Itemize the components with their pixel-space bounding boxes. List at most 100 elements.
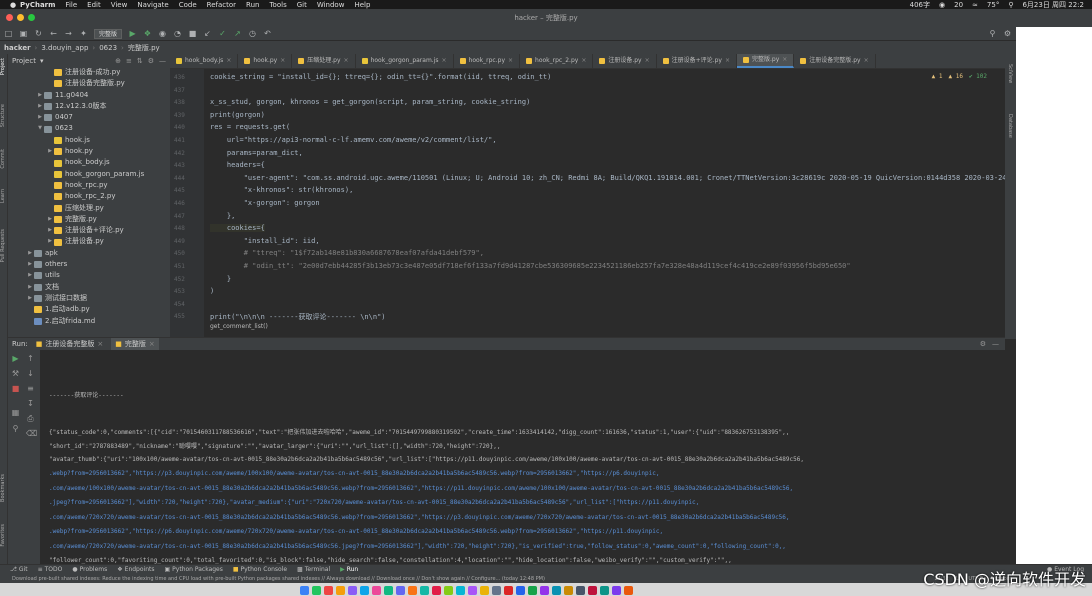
menu-view[interactable]: View (111, 1, 128, 9)
pull-requests-tool-tab[interactable]: Pull Requests (0, 229, 6, 262)
chevron-right-icon[interactable]: ▶ (26, 270, 34, 281)
weak-warning-count[interactable]: ▲ 16 (948, 73, 962, 80)
folder-icon[interactable]: □ (4, 29, 13, 38)
search-everywhere-icon[interactable]: ⚲ (988, 29, 997, 38)
close-icon[interactable]: × (344, 54, 349, 68)
dock-app-icon[interactable] (564, 586, 573, 595)
chevron-down-icon[interactable]: ▼ (36, 123, 44, 134)
build-icon[interactable]: ✦ (79, 29, 88, 38)
dock-app-icon[interactable] (396, 586, 405, 595)
inspection-widget[interactable]: ▲ 1 ▲ 16 ✔ 102 (932, 73, 987, 80)
close-icon[interactable]: × (508, 54, 513, 68)
run-icon[interactable]: ▶ (128, 29, 137, 38)
tree-item[interactable]: ▶ others (8, 259, 170, 270)
terminal-tool-button[interactable]: ▩ Terminal (297, 566, 330, 573)
typo-count[interactable]: ✔ 102 (969, 73, 987, 80)
dock-app-icon[interactable] (456, 586, 465, 595)
code-line[interactable]: cookie_string = "install_id={}; ttreq={}… (210, 73, 551, 81)
todo-tool-button[interactable]: ≡ TODO (38, 566, 63, 573)
close-icon[interactable]: × (581, 54, 586, 68)
chevron-right-icon[interactable]: ▶ (26, 259, 34, 270)
stop-icon[interactable]: ■ (188, 29, 197, 38)
editor-tab[interactable]: 注册设备完整版.py × (794, 54, 876, 68)
chevron-right-icon[interactable]: ▶ (46, 236, 54, 247)
rerun-icon[interactable]: ▶ (11, 354, 20, 363)
tree-item[interactable]: hook_gorgon_param.js (8, 169, 170, 180)
tree-item[interactable]: 2.启动frida.md (8, 316, 170, 327)
chevron-right-icon[interactable]: ▶ (26, 248, 34, 259)
project-panel-title[interactable]: Project (12, 57, 36, 65)
code-line[interactable]: url="https://api3-normal-c-lf.amemv.com/… (210, 136, 497, 144)
dock-app-icon[interactable] (408, 586, 417, 595)
run-tab-full[interactable]: ■ 完整版 × (111, 338, 159, 350)
profile-icon[interactable]: ◔ (173, 29, 182, 38)
tree-item[interactable]: ▶ utils (8, 270, 170, 281)
editor-tab[interactable]: hook_rpc.py × (454, 54, 521, 68)
close-icon[interactable]: × (149, 340, 155, 348)
code-line[interactable]: params=param_dict, (210, 149, 303, 157)
collapse-all-icon[interactable]: ≡ (126, 57, 132, 65)
settings-icon[interactable]: ⚙ (1003, 29, 1012, 38)
tree-item[interactable]: ▶ 11.g0404 (8, 90, 170, 101)
wifi-icon[interactable]: ≈ (972, 1, 978, 9)
chevron-right-icon[interactable]: ▶ (36, 101, 44, 112)
project-tool-tab[interactable]: Project (0, 58, 6, 75)
tree-item[interactable]: ▶ apk (8, 248, 170, 259)
close-icon[interactable]: × (782, 53, 787, 67)
dock-app-icon[interactable] (492, 586, 501, 595)
run-console[interactable]: -------获取评论------- {"status_code":0,"comm… (40, 350, 1005, 564)
breadcrumb-subfolder[interactable]: 0623 (99, 44, 117, 52)
menu-navigate[interactable]: Navigate (137, 1, 168, 9)
run-config-selector[interactable]: 完整版 (94, 28, 123, 39)
problems-tool-button[interactable]: ● Problems (72, 566, 107, 573)
code-line[interactable]: "x-khronos": str(khronos), (210, 186, 354, 194)
locate-icon[interactable]: ⊕ (115, 57, 121, 65)
tree-item[interactable]: 注册设备完整版.py (8, 78, 170, 89)
minimize-window-button[interactable] (17, 14, 24, 21)
status-message[interactable]: Download pre-built shared indexes: Reduc… (12, 576, 545, 582)
tree-item[interactable]: ▼ 0623 (8, 123, 170, 134)
code-line[interactable]: ) (210, 287, 214, 295)
code-line[interactable]: headers={ (210, 161, 265, 169)
learn-tool-tab[interactable]: Learn (0, 189, 6, 203)
back-icon[interactable]: ← (49, 29, 58, 38)
code-area[interactable]: cookie_string = "install_id={}; ttreq={}… (210, 69, 1005, 337)
sciview-tool-tab[interactable]: SciView (1007, 64, 1013, 83)
run-tool-button[interactable]: ▶ Run (340, 566, 358, 573)
git-tool-button[interactable]: ⎇ Git (10, 566, 28, 573)
dock-app-icon[interactable] (324, 586, 333, 595)
stop-icon[interactable]: ■ (11, 384, 20, 393)
code-line[interactable]: print(gorgon) (210, 111, 265, 119)
code-line[interactable]: "x-gorgon": gorgon (210, 199, 320, 207)
temperature[interactable]: 75° (987, 1, 999, 9)
dock-app-icon[interactable] (372, 586, 381, 595)
tree-item[interactable]: ▶ hook.py (8, 146, 170, 157)
history-icon[interactable]: ◷ (248, 29, 257, 38)
dock-app-icon[interactable] (480, 586, 489, 595)
dock-app-icon[interactable] (540, 586, 549, 595)
menu-window[interactable]: Window (317, 1, 345, 9)
breadcrumb-file[interactable]: 完整版.py (128, 43, 160, 53)
code-line[interactable]: }, (210, 212, 235, 220)
dock-app-icon[interactable] (504, 586, 513, 595)
editor-tab[interactable]: hook_rpc_2.py × (520, 54, 594, 68)
dock-app-icon[interactable] (528, 586, 537, 595)
dock-app-icon[interactable] (420, 586, 429, 595)
wechat-icon[interactable]: ◉ (939, 1, 945, 9)
code-line[interactable]: "user-agent": "com.ss.android.ugc.aweme/… (210, 174, 1005, 182)
scroll-down-icon[interactable]: ↓ (26, 369, 35, 378)
print-icon[interactable]: ⎙ (26, 414, 35, 424)
chevron-right-icon[interactable]: ▶ (26, 282, 34, 293)
dock-app-icon[interactable] (312, 586, 321, 595)
wrench-icon[interactable]: ⚒ (11, 369, 20, 378)
tree-item[interactable]: ▶ 12.v12.3.0版本 (8, 101, 170, 112)
dock-app-icon[interactable] (552, 586, 561, 595)
chevron-right-icon[interactable]: ▶ (36, 112, 44, 123)
code-breadcrumb[interactable]: get_comment_list() (210, 323, 268, 330)
hide-icon[interactable]: — (992, 340, 999, 348)
editor-tab[interactable]: hook_body.js × (170, 54, 239, 68)
menu-file[interactable]: File (65, 1, 77, 9)
menu-tools[interactable]: Tools (269, 1, 286, 9)
expand-all-icon[interactable]: ⇅ (137, 57, 143, 65)
notification-count[interactable]: 20 (954, 1, 963, 9)
